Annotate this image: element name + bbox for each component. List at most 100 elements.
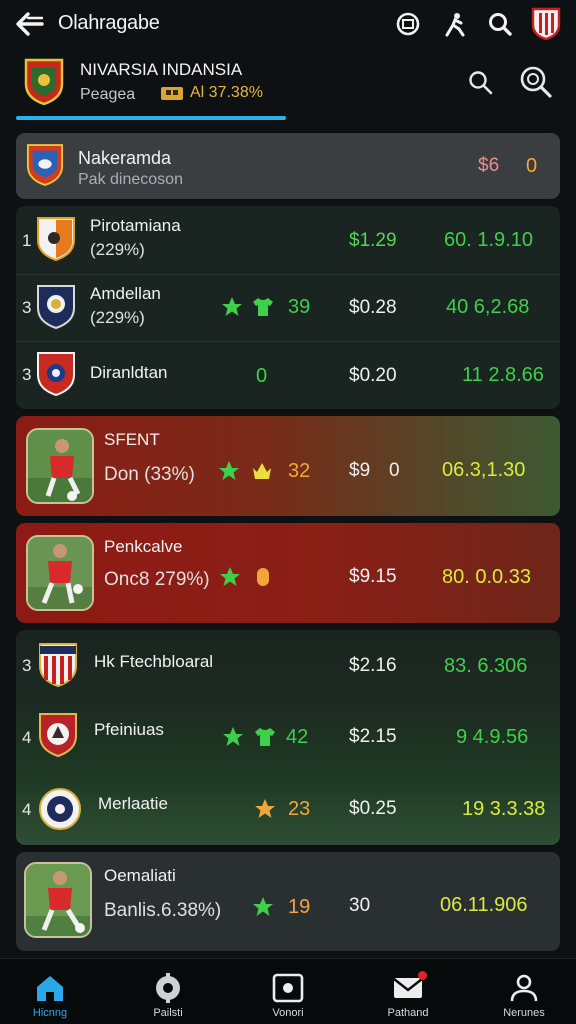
- team-value: 11 2.8.66: [462, 364, 544, 386]
- team-crest-icon: [37, 217, 75, 262]
- star-icon: [255, 799, 275, 818]
- nav-home[interactable]: Hicnng: [10, 967, 90, 1023]
- star-icon: [253, 897, 273, 916]
- nav-stats[interactable]: Pailsti: [128, 967, 208, 1023]
- player-value: 06.11.906: [440, 894, 528, 916]
- team-name: Pirotamiana: [90, 216, 181, 235]
- player-price: 30: [349, 895, 371, 916]
- player-value: 80. 0.0.33: [442, 566, 531, 588]
- player-photo: [26, 428, 94, 504]
- zoom-search-icon[interactable]: [518, 64, 554, 100]
- player-name: Oemaliati: [104, 866, 176, 885]
- app-title: Olahragabe: [58, 12, 160, 34]
- team-value: 9 4.9.56: [456, 726, 529, 748]
- team-price: $2.15: [349, 726, 397, 747]
- settings-ball-icon: [156, 973, 180, 1003]
- player-price: $9.15: [349, 566, 397, 587]
- standings-group-2: 3 Hk Ftechbloaral $2.16 83. 6.306 4 Pfei…: [16, 630, 560, 845]
- star-icon: [219, 461, 239, 480]
- featured-team-card[interactable]: Nakeramda Pak dinecoson $6 0: [16, 133, 560, 199]
- team-price: $0.20: [349, 365, 397, 386]
- club-crest-icon[interactable]: [530, 7, 562, 41]
- shirt-icon: [253, 298, 273, 316]
- nav-label: Hicnng: [32, 1007, 68, 1019]
- rank-number: 4: [22, 800, 32, 819]
- rank-number: 1: [22, 231, 32, 250]
- team-crest-icon: [39, 713, 77, 758]
- rank-number: 3: [22, 656, 32, 675]
- team-price: $0.25: [349, 798, 397, 819]
- player-stat: 32: [288, 460, 311, 482]
- search-icon[interactable]: [466, 68, 494, 96]
- rank-number: 3: [22, 298, 32, 317]
- player-run-icon[interactable]: [438, 8, 470, 40]
- home-icon: [37, 976, 63, 1001]
- player-card[interactable]: Penkcalve Onc8 279%) $9.15 80. 0.0.33: [16, 523, 560, 623]
- featured-count: 0: [526, 155, 538, 177]
- shirt-icon: [255, 728, 275, 746]
- notification-badge: [418, 971, 427, 980]
- nav-label: Vonori: [272, 1007, 304, 1019]
- back-arrow-icon[interactable]: [14, 10, 46, 38]
- scoreboard-icon[interactable]: [392, 8, 424, 40]
- bottom-navigation: Hicnng Pailsti Vonori Pathand Nerunes: [0, 958, 576, 1024]
- team-value: 40 6,2.68: [446, 296, 530, 318]
- medal-icon: [257, 568, 269, 586]
- rank-number: 3: [22, 365, 32, 384]
- nav-messages[interactable]: Pathand: [368, 967, 448, 1023]
- featured-price: $6: [478, 155, 500, 176]
- team-crest-icon: [26, 144, 64, 186]
- list-item[interactable]: 3 Hk Ftechbloaral $2.16 83. 6.306: [16, 630, 560, 700]
- team-crest-icon: [37, 352, 75, 397]
- team-name: Hk Ftechbloaral: [94, 652, 214, 671]
- crown-icon: [253, 463, 271, 479]
- team-sub: (229%): [90, 308, 145, 327]
- team-price: $2.16: [349, 655, 397, 676]
- nav-label: Pailsti: [153, 1007, 183, 1019]
- team-crest-icon: [37, 285, 75, 330]
- team-value: 19 3.3.38: [462, 798, 546, 820]
- featured-team-subtitle: Pak dinecoson: [78, 171, 183, 188]
- featured-team-name: Nakeramda: [78, 148, 172, 168]
- team-value: 83. 6.306: [444, 655, 528, 677]
- player-card[interactable]: SFENT Don (33%) 32 $9 0 06.3,1.30: [16, 416, 560, 516]
- league-crest-icon: [24, 58, 64, 106]
- list-item[interactable]: 1 Pirotamiana (229%) $1.29 60. 1.9.10: [16, 206, 560, 274]
- player-photo: [26, 535, 94, 611]
- search-icon[interactable]: [484, 8, 516, 40]
- user-icon: [510, 974, 538, 1002]
- nav-label: Pathand: [387, 1007, 429, 1019]
- league-badge-text: Al 37.38%: [190, 84, 263, 101]
- team-stat: 39: [288, 296, 311, 318]
- player-price: $9: [349, 460, 371, 481]
- star-icon: [223, 727, 243, 746]
- player-value: 06.3,1.30: [442, 459, 526, 481]
- nav-video[interactable]: Vonori: [248, 967, 328, 1023]
- list-item[interactable]: 3 Diranldtan 0 $0.20 11 2.8.66: [16, 341, 560, 409]
- standings-group-1: 1 Pirotamiana (229%) $1.29 60. 1.9.10 3 …: [16, 206, 560, 409]
- team-name: Merlaatie: [98, 794, 168, 813]
- player-card[interactable]: Oemaliati Banlis.6.38%) 19 30 06.11.906: [16, 852, 560, 951]
- team-value: 60. 1.9.10: [444, 229, 533, 251]
- star-icon: [222, 297, 242, 316]
- active-tab-indicator: [16, 116, 286, 120]
- team-name: Pfeiniuas: [94, 720, 164, 739]
- team-price: $0.28: [349, 297, 397, 318]
- player-photo: [24, 862, 92, 938]
- list-item[interactable]: 4 Merlaatie 23 $0.25 19 3.3.38: [16, 772, 560, 845]
- player-sub: Don (33%): [104, 464, 195, 485]
- trophy-icon: [161, 87, 183, 100]
- video-icon: [272, 973, 304, 1003]
- list-item[interactable]: 3 Amdellan (229%) 39 $0.28 40 6,2.68: [16, 274, 560, 341]
- team-stat: 23: [288, 798, 311, 820]
- player-name: Penkcalve: [104, 537, 183, 556]
- top-bar: Olahragabe: [0, 0, 576, 48]
- player-sub: Banlis.6.38%): [104, 900, 222, 921]
- list-item[interactable]: 4 Pfeiniuas 42 $2.15 9 4.9.56: [16, 700, 560, 772]
- player-extra: 0: [389, 460, 400, 481]
- nav-profile[interactable]: Nerunes: [484, 967, 564, 1023]
- league-name: NIVARSIA INDANSIA: [80, 60, 243, 79]
- team-stat: 42: [286, 726, 309, 748]
- league-sub-label: Peagea: [80, 86, 136, 103]
- team-name: Diranldtan: [90, 363, 168, 382]
